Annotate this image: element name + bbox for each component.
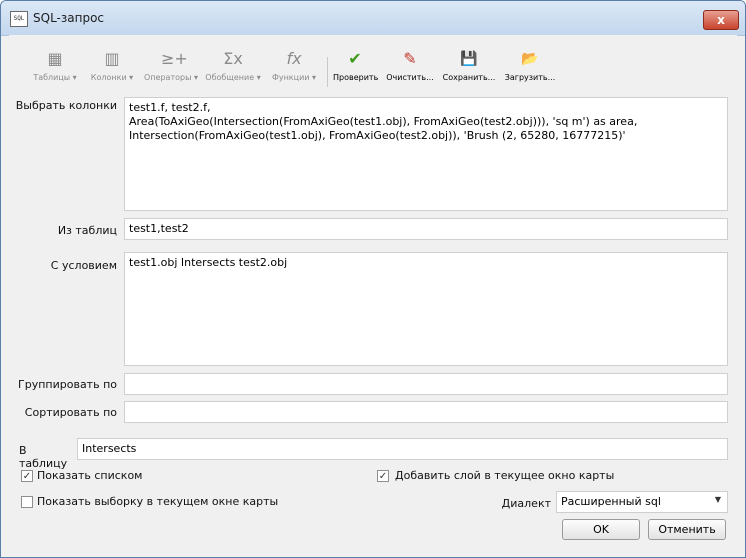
load-button[interactable]: 📂 Загрузить... bbox=[503, 49, 557, 89]
dialect-value: Расширенный sql bbox=[561, 495, 661, 508]
columns-icon: ▥ bbox=[104, 49, 120, 68]
eraser-icon: ✎ bbox=[403, 49, 417, 68]
group-by-field[interactable] bbox=[124, 373, 728, 395]
into-table-field[interactable]: Intersects bbox=[77, 438, 728, 460]
sql-app-icon: SQL bbox=[10, 11, 28, 27]
show-selection-checkbox[interactable] bbox=[21, 496, 33, 508]
sigma-icon: Σx bbox=[223, 49, 243, 68]
from-tables-label: Из таблиц bbox=[57, 224, 117, 237]
dialog-body: ▦ Таблицы ▾ ▥ Колонки ▾ ≥+ Операторы ▾ Σ… bbox=[9, 35, 737, 549]
window-title: SQL-запрос bbox=[33, 11, 105, 25]
from-tables-field[interactable]: test1,test2 bbox=[124, 218, 728, 240]
order-by-field[interactable] bbox=[124, 401, 728, 423]
columns-button[interactable]: ▥ Колонки ▾ bbox=[89, 49, 135, 89]
columns-label: Колонки ▾ bbox=[90, 73, 134, 82]
select-columns-field[interactable]: test1.f, test2.f, Area(ToAxiGeo(Intersec… bbox=[124, 97, 728, 211]
show-selection-label: Показать выборку в текущем окне карты bbox=[37, 495, 279, 508]
clear-label: Очистить... bbox=[386, 73, 434, 82]
table-icon: ▦ bbox=[47, 49, 63, 68]
close-button[interactable]: x bbox=[703, 10, 739, 30]
add-layer-checkbox[interactable]: ✓ bbox=[377, 470, 389, 482]
save-icon: 💾 bbox=[460, 51, 478, 67]
save-button[interactable]: 💾 Сохранить... bbox=[441, 49, 497, 89]
load-label: Загрузить... bbox=[504, 73, 556, 82]
operators-button[interactable]: ≥+ Операторы ▾ bbox=[143, 49, 199, 89]
where-field[interactable]: test1.obj Intersects test2.obj bbox=[124, 252, 728, 366]
check-button[interactable]: ✔ Проверить bbox=[333, 49, 379, 89]
fx-icon: fx bbox=[286, 49, 302, 68]
check-label: Проверить bbox=[333, 73, 379, 82]
tables-label: Таблицы ▾ bbox=[33, 73, 77, 82]
operators-icon: ≥+ bbox=[161, 49, 188, 68]
group-by-label: Группировать по bbox=[18, 378, 117, 391]
show-list-label: Показать списком bbox=[37, 469, 143, 482]
show-list-checkbox[interactable]: ✓ bbox=[21, 470, 33, 482]
where-label: С условием bbox=[50, 259, 117, 272]
sql-query-window: SQL SQL-запрос x ▦ Таблицы ▾ ▥ Колонки ▾… bbox=[0, 0, 746, 558]
order-by-label: Сортировать по bbox=[24, 406, 117, 419]
operators-label: Операторы ▾ bbox=[144, 73, 198, 82]
title-bar: SQL SQL-запрос x bbox=[1, 1, 745, 36]
functions-button[interactable]: fx Функции ▾ bbox=[269, 49, 319, 89]
cancel-button[interactable]: Отменить bbox=[648, 519, 726, 540]
toolbar-separator bbox=[327, 57, 328, 87]
dialect-label: Диалект bbox=[501, 497, 551, 510]
chevron-down-icon: ▼ bbox=[714, 495, 721, 504]
save-label: Сохранить... bbox=[442, 73, 496, 82]
dialect-select[interactable]: Расширенный sql ▼ bbox=[556, 491, 728, 513]
folder-icon: 📂 bbox=[521, 51, 539, 67]
into-table-label: В таблицу bbox=[19, 444, 68, 470]
aggregate-label: Обобщение ▾ bbox=[205, 73, 261, 82]
ok-button[interactable]: OK bbox=[562, 519, 640, 540]
aggregate-button[interactable]: Σx Обобщение ▾ bbox=[205, 49, 261, 89]
add-layer-label: Добавить слой в текущее окно карты bbox=[395, 469, 615, 482]
tables-button[interactable]: ▦ Таблицы ▾ bbox=[33, 49, 77, 89]
clear-button[interactable]: ✎ Очистить... bbox=[385, 49, 435, 89]
functions-label: Функции ▾ bbox=[271, 73, 317, 82]
toolbar: ▦ Таблицы ▾ ▥ Колонки ▾ ≥+ Операторы ▾ Σ… bbox=[9, 35, 737, 93]
select-columns-label: Выбрать колонки bbox=[15, 99, 117, 112]
checkmark-icon: ✔ bbox=[348, 49, 362, 68]
